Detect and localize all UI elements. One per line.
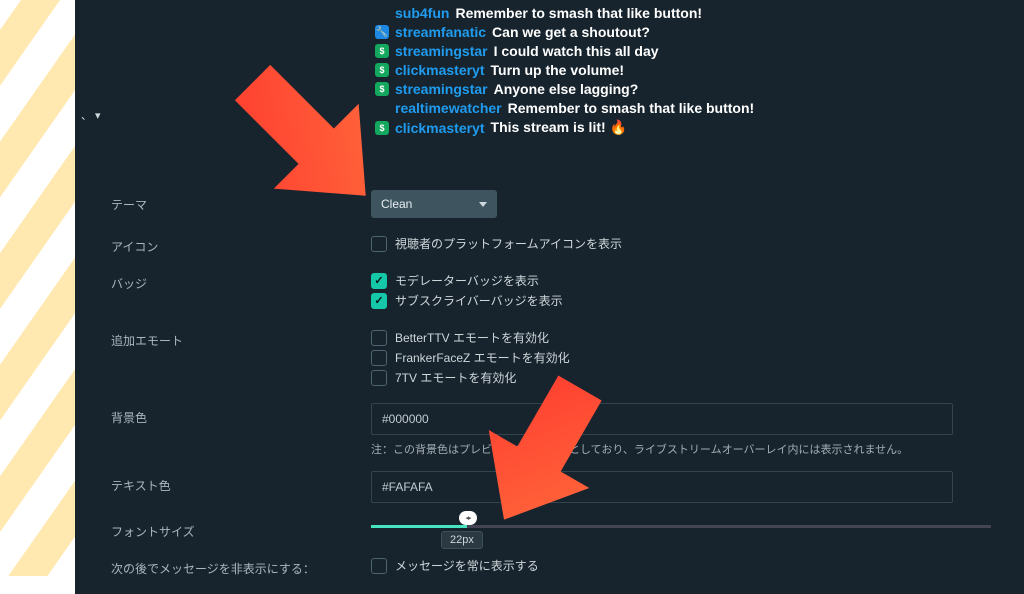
chevron-down-icon <box>479 202 487 207</box>
fontsize-value: 22px <box>441 531 483 549</box>
chat-message: 🔧 streamfanatic Can we get a shoutout? <box>375 24 984 40</box>
chat-message: $ streamingstar Anyone else lagging? <box>375 81 984 97</box>
check-bttv[interactable]: BetterTTV エモートを有効化 <box>371 329 996 346</box>
settings-form: テーマ Clean アイコン 視聴者のプラットフォームアイコンを表示 バッジ <box>111 190 996 591</box>
check-7tv[interactable]: 7TV エモートを有効化 <box>371 369 996 386</box>
fontsize-slider[interactable]: ◂▸ 22px <box>371 517 991 528</box>
wrench-icon: 🔧 <box>375 25 389 39</box>
checkbox-icon <box>371 558 387 574</box>
label-icon: アイコン <box>111 232 371 255</box>
dollar-icon: $ <box>375 82 389 96</box>
bgcolor-note: 注：この背景色はプレビューのみを目的としており、ライブストリームオーバーレイ内に… <box>371 441 996 457</box>
bgcolor-input[interactable] <box>371 403 953 435</box>
dollar-icon: $ <box>375 63 389 77</box>
label-badge: バッジ <box>111 269 371 292</box>
chat-username: streamingstar <box>395 43 488 59</box>
theme-select[interactable]: Clean <box>371 190 497 218</box>
chat-text: This stream is lit! 🔥 <box>491 119 627 136</box>
side-caret[interactable]: 、 ▾ <box>81 107 101 123</box>
check-always-show[interactable]: メッセージを常に表示する <box>371 557 996 574</box>
dollar-icon: $ <box>375 121 389 135</box>
chat-text: Turn up the volume! <box>491 62 625 78</box>
chat-text: Can we get a shoutout? <box>492 24 650 40</box>
settings-panel: 、 ▾ sub4fun Remember to smash that like b… <box>75 0 1024 594</box>
chat-username: clickmasteryt <box>395 62 485 78</box>
chat-message: $ clickmasteryt This stream is lit! 🔥 <box>375 119 984 136</box>
textcolor-input[interactable] <box>371 471 953 503</box>
label-textcolor: テキスト色 <box>111 471 371 494</box>
chat-message: sub4fun Remember to smash that like butto… <box>375 5 984 21</box>
checkbox-icon <box>371 370 387 386</box>
label-theme: テーマ <box>111 190 371 213</box>
checkbox-icon <box>371 350 387 366</box>
chat-username: sub4fun <box>395 5 449 21</box>
chat-message: realtimewatcher Remember to smash that li… <box>375 100 984 116</box>
chat-username: streamingstar <box>395 81 488 97</box>
chat-username: clickmasteryt <box>395 120 485 136</box>
dollar-icon: $ <box>375 44 389 58</box>
theme-value: Clean <box>381 197 412 211</box>
chat-preview: sub4fun Remember to smash that like butto… <box>375 2 984 139</box>
label-fontsize: フォントサイズ <box>111 517 371 540</box>
chat-message: $ clickmasteryt Turn up the volume! <box>375 62 984 78</box>
label-emotes: 追加エモート <box>111 326 371 349</box>
check-sub-badge[interactable]: ✓ サブスクライバーバッジを表示 <box>371 292 996 309</box>
checkbox-icon: ✓ <box>371 293 387 309</box>
checkbox-icon <box>371 330 387 346</box>
chat-username: streamfanatic <box>395 24 486 40</box>
chat-text: I could watch this all day <box>494 43 659 59</box>
label-hideafter: 次の後でメッセージを非表示にする： <box>111 554 371 577</box>
check-mod-badge[interactable]: ✓ モデレーターバッジを表示 <box>371 272 996 289</box>
chat-text: Anyone else lagging? <box>494 81 639 97</box>
chat-message: $ streamingstar I could watch this all day <box>375 43 984 59</box>
chat-text: Remember to smash that like button! <box>455 5 702 21</box>
chat-username: realtimewatcher <box>395 100 502 116</box>
checkbox-icon: ✓ <box>371 273 387 289</box>
check-platform-icon[interactable]: 視聴者のプラットフォームアイコンを表示 <box>371 235 996 252</box>
checkbox-icon <box>371 236 387 252</box>
check-ffz[interactable]: FrankerFaceZ エモートを有効化 <box>371 349 996 366</box>
slider-thumb-icon[interactable]: ◂▸ <box>459 511 477 525</box>
label-bgcolor: 背景色 <box>111 403 371 426</box>
chat-text: Remember to smash that like button! <box>508 100 755 116</box>
